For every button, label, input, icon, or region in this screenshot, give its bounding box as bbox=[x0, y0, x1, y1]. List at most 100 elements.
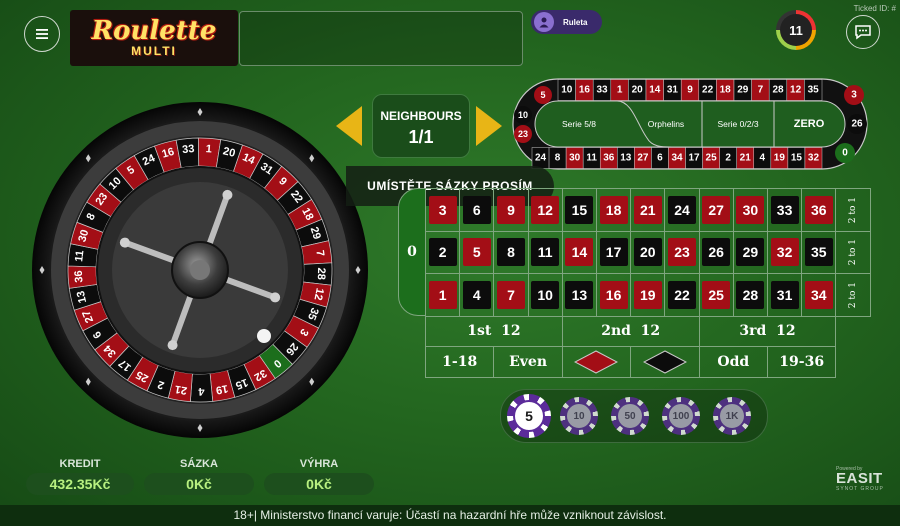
number-cell[interactable]: 35 bbox=[801, 230, 837, 275]
wheel-turret-knob bbox=[119, 237, 130, 248]
number-cell[interactable]: 14 bbox=[561, 230, 597, 275]
racetrack-number: 5 bbox=[540, 90, 545, 100]
racetrack-section-label[interactable]: Orphelins bbox=[648, 119, 684, 129]
outside-bet-cell[interactable]: Even bbox=[493, 345, 563, 378]
number-cell[interactable]: 23 bbox=[664, 230, 700, 275]
roulette-wheel: 032151942122517346271336113082310524 16 33… bbox=[32, 102, 368, 438]
number-cell[interactable]: 19 bbox=[630, 273, 666, 317]
chip-5[interactable]: 5 bbox=[507, 394, 551, 438]
number-cell[interactable]: 31 bbox=[767, 273, 803, 317]
number-label: 10 bbox=[531, 280, 560, 309]
zero-label: 0 bbox=[407, 244, 417, 260]
number-label: 14 bbox=[565, 238, 594, 267]
number-cell[interactable]: 32 bbox=[767, 230, 803, 275]
number-label: 5 bbox=[462, 238, 491, 267]
credit-value: 432.35Kč bbox=[26, 473, 134, 495]
number-cell[interactable]: 29 bbox=[732, 230, 768, 275]
number-cell[interactable]: 5 bbox=[459, 230, 495, 275]
zero-cell[interactable]: 0 bbox=[398, 188, 426, 316]
number-cell[interactable]: 27 bbox=[698, 188, 734, 232]
user-badge[interactable]: Ruleta bbox=[531, 10, 602, 34]
number-cell[interactable]: 10 bbox=[527, 273, 563, 317]
number-cell[interactable]: 28 bbox=[732, 273, 768, 317]
number-cell[interactable]: 4 bbox=[459, 273, 495, 317]
number-label: 33 bbox=[770, 195, 799, 224]
wheel-number-label: 28 bbox=[315, 267, 327, 280]
betting-table[interactable]: 0 3 6 9 12 15 18 21 24 27 30 33 36 2 5 8 11 14 17 20 23 26 29 3… bbox=[398, 188, 872, 380]
column-bet-cell[interactable]: 2 to 1 bbox=[835, 188, 872, 232]
racetrack-number: 12 bbox=[790, 85, 802, 96]
number-cell[interactable]: 24 bbox=[664, 188, 700, 232]
number-cell[interactable]: 6 bbox=[459, 188, 495, 232]
wheel-number-label: 21 bbox=[174, 383, 188, 397]
outside-bet-cell[interactable] bbox=[630, 345, 700, 378]
number-cell[interactable]: 22 bbox=[664, 273, 700, 317]
racetrack-number: 10 bbox=[518, 110, 528, 120]
number-cell[interactable]: 16 bbox=[596, 273, 632, 317]
dozen-bet-cell[interactable]: 3rd 12 bbox=[698, 315, 837, 347]
game-logo: Roulette MULTI bbox=[70, 10, 238, 66]
column-bet-label: 2 to 1 bbox=[848, 196, 859, 223]
chip-value-label: 100 bbox=[667, 402, 695, 430]
racetrack-number: 14 bbox=[649, 85, 661, 96]
number-cell[interactable]: 36 bbox=[801, 188, 837, 232]
number-cell[interactable]: 12 bbox=[527, 188, 563, 232]
racetrack-number: 6 bbox=[657, 153, 663, 164]
chat-button[interactable] bbox=[846, 15, 880, 49]
racetrack-number: 13 bbox=[620, 153, 632, 164]
number-label: 6 bbox=[462, 195, 491, 224]
chip-10[interactable]: 10 bbox=[560, 397, 598, 435]
bet-box: SÁZKA 0Kč bbox=[144, 458, 254, 495]
number-cell[interactable]: 21 bbox=[630, 188, 666, 232]
number-cell[interactable]: 8 bbox=[493, 230, 529, 275]
chip-1K[interactable]: 1K bbox=[713, 397, 751, 435]
number-label: 16 bbox=[599, 280, 628, 309]
number-label: 21 bbox=[633, 195, 662, 224]
number-cell[interactable]: 30 bbox=[732, 188, 768, 232]
number-cell[interactable]: 18 bbox=[596, 188, 632, 232]
number-cell[interactable]: 7 bbox=[493, 273, 529, 317]
number-cell[interactable]: 13 bbox=[561, 273, 597, 317]
chip-100[interactable]: 100 bbox=[662, 397, 700, 435]
racetrack-section-label[interactable]: Serie 0/2/3 bbox=[717, 119, 758, 129]
wheel-number-label: 36 bbox=[73, 270, 86, 283]
number-cell[interactable]: 1 bbox=[425, 273, 461, 317]
outside-bet-cell[interactable] bbox=[561, 345, 632, 378]
number-cell[interactable]: 15 bbox=[561, 188, 597, 232]
racetrack-section-label[interactable]: ZERO bbox=[794, 118, 825, 130]
column-bet-cell[interactable]: 2 to 1 bbox=[835, 273, 872, 317]
menu-button[interactable] bbox=[24, 16, 60, 52]
chip-50[interactable]: 50 bbox=[611, 397, 649, 435]
number-cell[interactable]: 33 bbox=[767, 188, 803, 232]
number-label: 22 bbox=[667, 280, 696, 309]
neighbours-increase-button[interactable] bbox=[476, 106, 502, 146]
number-cell[interactable]: 20 bbox=[630, 230, 666, 275]
number-cell[interactable]: 2 bbox=[425, 230, 461, 275]
racetrack-section-label[interactable]: Serie 5/8 bbox=[562, 119, 596, 129]
outside-bet-cell[interactable]: 1-18 bbox=[425, 345, 495, 378]
dozen-bet-cell[interactable]: 1st 12 bbox=[425, 315, 563, 347]
racetrack[interactable]: 10 16 33 1 20 14 31 9 22 18 29 7 28 12 3524 8 30 11 36 13 27… bbox=[512, 78, 868, 170]
number-label: 13 bbox=[565, 280, 594, 309]
chip-value-label: 50 bbox=[616, 402, 644, 430]
racetrack-number: 24 bbox=[535, 153, 547, 164]
number-cell[interactable]: 25 bbox=[698, 273, 734, 317]
number-cell[interactable]: 9 bbox=[493, 188, 529, 232]
ticked-id: Ticked ID: # bbox=[853, 4, 896, 13]
column-bet-cell[interactable]: 2 to 1 bbox=[835, 230, 872, 275]
number-cell[interactable]: 11 bbox=[527, 230, 563, 275]
countdown-timer: 11 bbox=[776, 10, 816, 50]
chat-bubble-icon bbox=[855, 25, 871, 40]
number-label: 20 bbox=[633, 238, 662, 267]
number-label: 11 bbox=[531, 238, 560, 267]
wheel-hub-cap bbox=[190, 260, 210, 280]
number-cell[interactable]: 26 bbox=[698, 230, 734, 275]
number-cell[interactable]: 17 bbox=[596, 230, 632, 275]
number-cell[interactable]: 34 bbox=[801, 273, 837, 317]
neighbours-decrease-button[interactable] bbox=[336, 106, 362, 146]
number-label: 2 bbox=[428, 238, 457, 267]
number-cell[interactable]: 3 bbox=[425, 188, 461, 232]
outside-bet-cell[interactable]: 19-36 bbox=[767, 345, 837, 378]
outside-bet-cell[interactable]: Odd bbox=[698, 345, 768, 378]
dozen-bet-cell[interactable]: 2nd 12 bbox=[561, 315, 700, 347]
